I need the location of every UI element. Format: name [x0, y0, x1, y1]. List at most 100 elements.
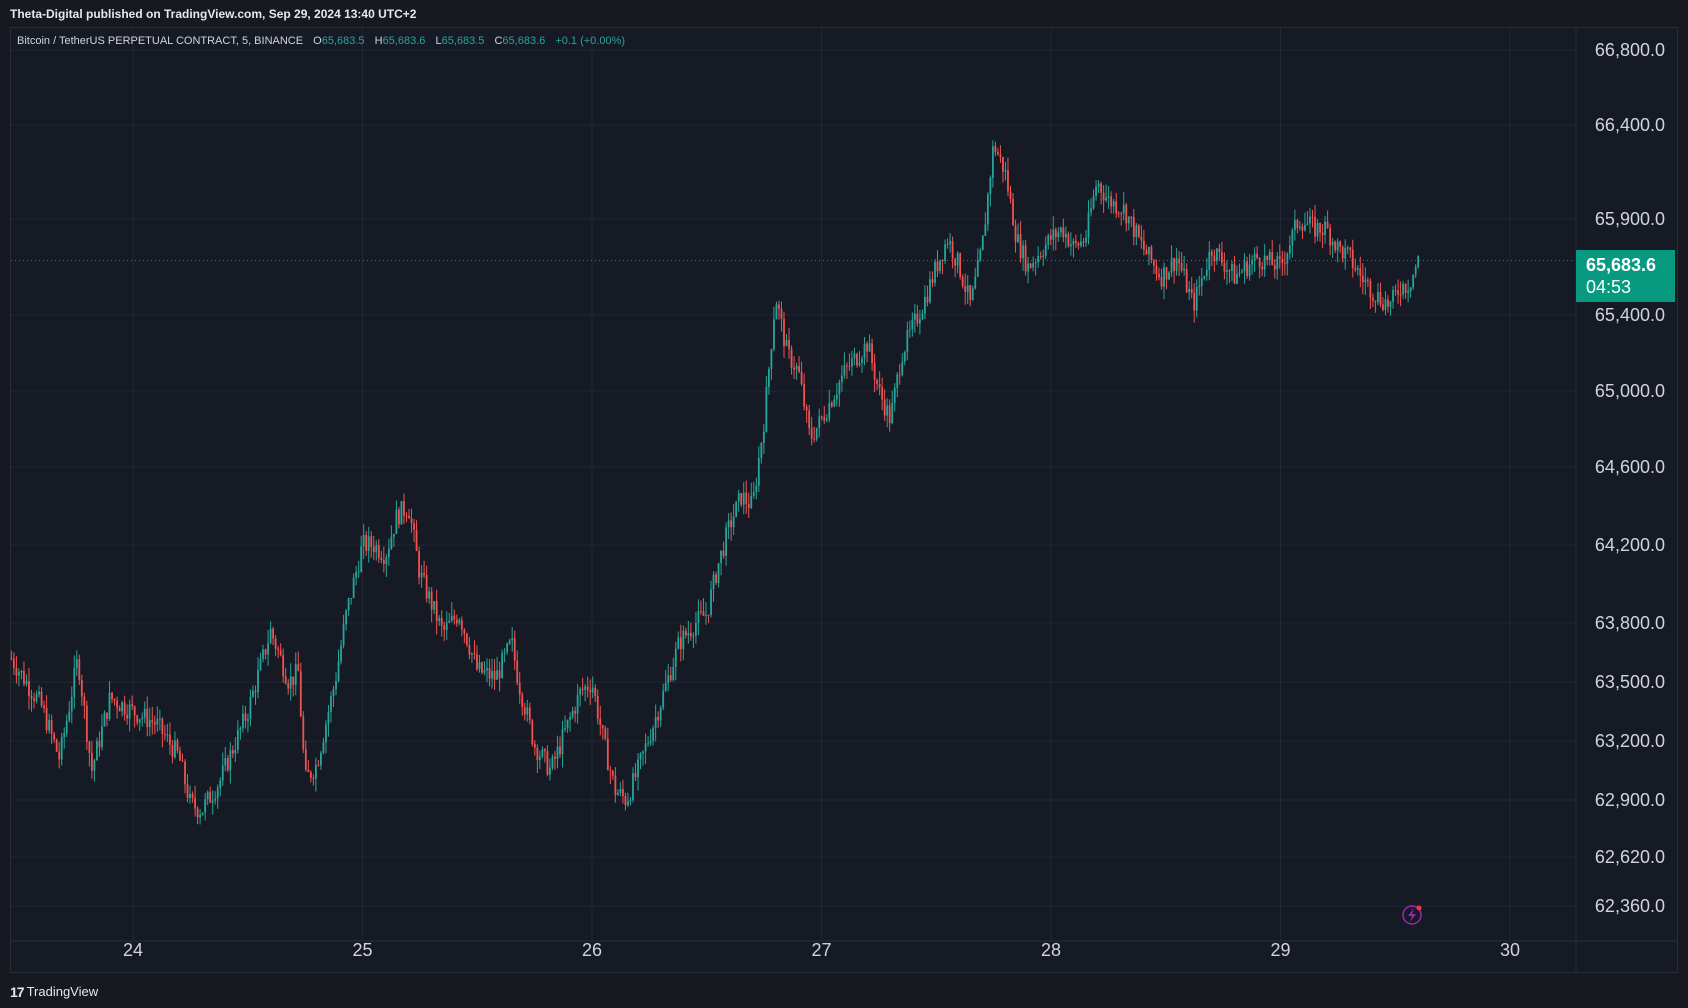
candle-body	[828, 402, 831, 419]
candle-body	[1193, 292, 1196, 311]
candle-body	[1165, 267, 1168, 280]
candle-body	[1117, 213, 1120, 215]
candle-body	[664, 682, 667, 691]
candle-body	[868, 343, 871, 352]
candle-body	[153, 722, 156, 725]
candle-body	[1180, 263, 1183, 271]
candle-body	[682, 630, 685, 650]
candle-body	[780, 308, 783, 319]
x-tick-label: 30	[1500, 940, 1520, 960]
candle-body	[1319, 223, 1321, 233]
candle-body	[536, 747, 539, 761]
candle-body	[737, 493, 740, 502]
candle-body	[184, 761, 186, 785]
y-tick-label: 64,200.0	[1595, 535, 1665, 555]
candle-body	[1200, 278, 1203, 287]
candle-body	[25, 680, 28, 685]
candle-body	[133, 706, 136, 716]
candle-body	[38, 691, 40, 695]
candle-body	[770, 349, 773, 369]
high-label: H	[374, 35, 383, 47]
y-tick-label: 66,400.0	[1595, 115, 1665, 135]
candle-body	[843, 365, 846, 376]
candle-body	[161, 718, 164, 734]
candle-body	[1404, 284, 1407, 293]
candle-body	[103, 712, 106, 727]
candle-body	[989, 177, 992, 195]
candle-body	[45, 708, 48, 731]
candle-body	[1316, 223, 1319, 237]
candle-body	[249, 696, 252, 719]
candle-body	[277, 648, 280, 651]
candle-body	[423, 573, 426, 575]
candle-body	[564, 728, 566, 730]
candle-body	[287, 683, 290, 689]
candle-body	[614, 775, 617, 796]
candle-body	[823, 417, 826, 421]
open-value: 65,683.5	[321, 35, 365, 47]
candle-body	[121, 702, 123, 712]
candle-body	[1112, 201, 1115, 207]
candle-body	[999, 154, 1002, 158]
candle-body	[1283, 263, 1286, 265]
candle-body	[969, 285, 972, 300]
candle-body	[946, 243, 949, 245]
candle-body	[83, 696, 86, 706]
notification-dot-icon	[1416, 905, 1422, 911]
candle-body	[455, 619, 458, 624]
candle-body	[755, 485, 758, 493]
candle-body	[30, 696, 33, 699]
candle-body	[108, 692, 111, 719]
candle-body	[908, 329, 911, 331]
candle-body	[747, 503, 750, 508]
candle-body	[1160, 277, 1163, 287]
candle-body	[1324, 221, 1326, 235]
candle-body	[254, 690, 257, 693]
candle-body	[1049, 235, 1052, 240]
candle-body	[606, 738, 609, 771]
candle-body	[976, 259, 979, 277]
candle-body	[58, 751, 61, 760]
candle-body	[1047, 235, 1050, 245]
candle-body	[101, 726, 103, 748]
candle-body	[984, 224, 987, 236]
candle-body	[1296, 220, 1299, 228]
candle-body	[1127, 216, 1130, 224]
candle-body	[304, 748, 307, 770]
y-tick-label: 65,900.0	[1595, 209, 1665, 229]
price-chart[interactable]: 62,360.0 62,620.0 62,900.0 63,200.0 63,500.0…	[0, 0, 1688, 1008]
candle-body	[516, 660, 519, 684]
candle-body	[375, 545, 378, 553]
candle-body	[158, 718, 161, 720]
candle-body	[131, 704, 134, 707]
candle-body	[143, 708, 146, 718]
candle-body	[971, 288, 974, 300]
candle-body	[156, 719, 159, 725]
candle-body	[1233, 263, 1236, 284]
candle-body	[1271, 251, 1274, 266]
candle-body	[458, 620, 461, 624]
candle-body	[262, 649, 264, 659]
candle-body	[1379, 292, 1382, 305]
candle-body	[740, 493, 743, 505]
candle-body	[88, 741, 91, 753]
candle-body	[586, 686, 589, 691]
candle-body	[1090, 208, 1092, 213]
candle-body	[773, 319, 775, 350]
candle-body	[322, 742, 325, 753]
candle-body	[1054, 229, 1057, 238]
low-value: 65,683.5	[441, 35, 485, 47]
tradingview-logo-icon[interactable]: 17	[10, 984, 25, 1000]
candle-body	[448, 620, 451, 623]
candle-body	[805, 406, 808, 411]
candle-body	[803, 384, 806, 407]
symbol-label[interactable]: Bitcoin / TetherUS PERPETUAL CONTRACT, 5…	[17, 35, 303, 47]
candle-body	[609, 770, 612, 772]
candle-body	[1027, 263, 1030, 272]
candle-body	[179, 750, 181, 761]
candle-body	[123, 702, 126, 715]
candle-body	[242, 713, 244, 729]
candle-body	[181, 760, 184, 762]
candle-body	[257, 669, 259, 693]
brand-name[interactable]: TradingView	[27, 984, 99, 999]
